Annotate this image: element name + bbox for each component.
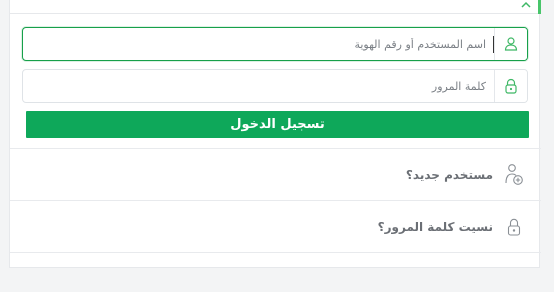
new-user-label: مستخدم جديد؟: [405, 167, 493, 182]
login-button[interactable]: تسجيل الدخول: [26, 111, 529, 138]
chevron-up-icon[interactable]: [520, 0, 532, 8]
password-field[interactable]: [22, 69, 528, 103]
unlock-icon: [501, 213, 527, 241]
lock-icon: [494, 70, 527, 102]
new-user-link[interactable]: مستخدم جديد؟: [10, 148, 541, 200]
password-input[interactable]: [23, 70, 494, 102]
bottom-divider: [10, 252, 541, 253]
add-user-icon: [501, 161, 527, 189]
forgot-password-link[interactable]: نسيت كلمة المرور؟: [10, 200, 541, 252]
login-button-label: تسجيل الدخول: [230, 117, 325, 132]
top-strip: [10, 0, 541, 14]
text-cursor: [493, 36, 494, 53]
user-icon: [494, 28, 527, 60]
login-card: تسجيل الدخول مستخدم جديد؟ نسيت كلمة المر…: [9, 0, 541, 268]
forgot-password-label: نسيت كلمة المرور؟: [377, 219, 493, 234]
username-field[interactable]: [22, 27, 528, 61]
top-accent-bar: [538, 0, 541, 14]
username-input[interactable]: [23, 28, 494, 60]
